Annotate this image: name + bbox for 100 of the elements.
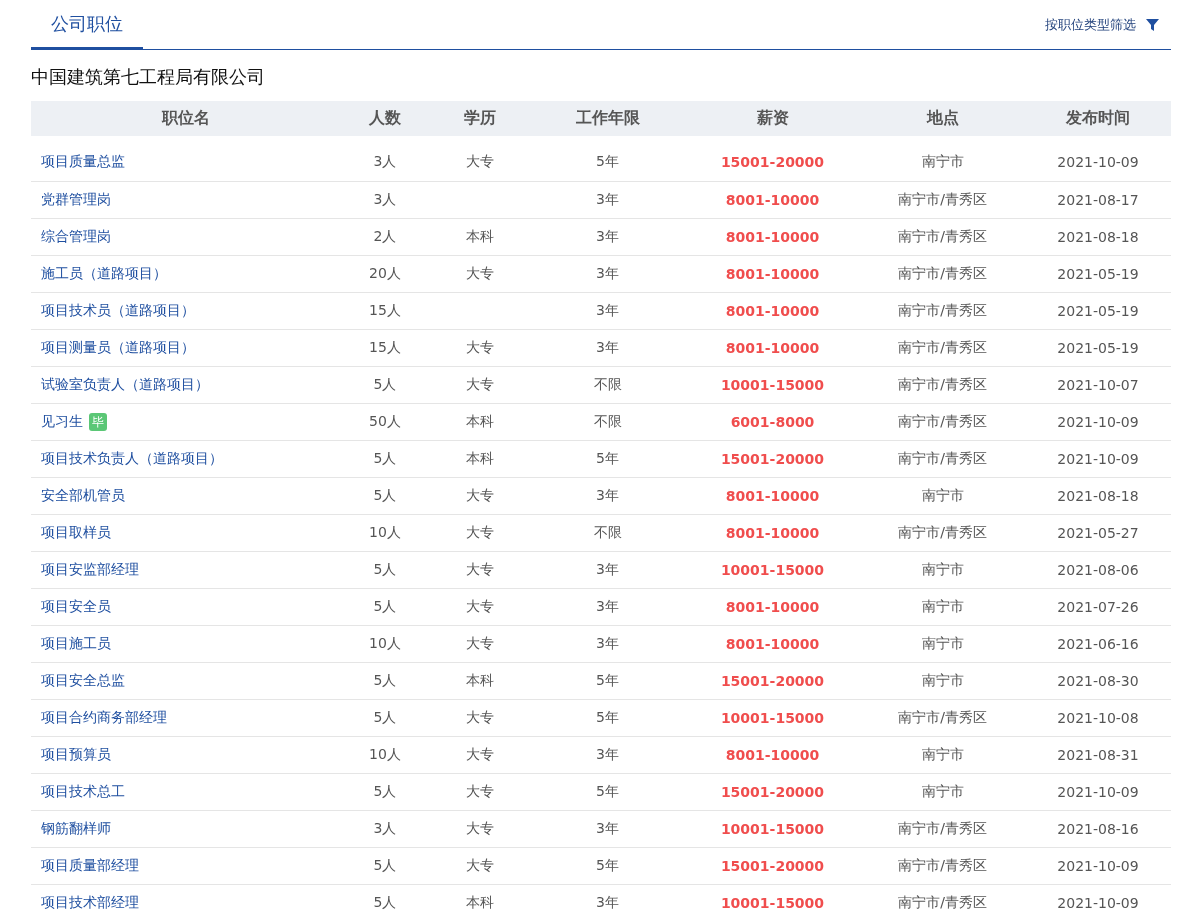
location-cell: 南宁市 xyxy=(921,634,964,651)
salary-cell: 8001-10000 xyxy=(725,302,820,319)
education-cell: 大专 xyxy=(466,856,494,873)
salary-cell: 10001-15000 xyxy=(720,376,825,393)
job-title-link[interactable]: 钢筋翻样师 xyxy=(41,819,111,836)
salary-cell: 10001-15000 xyxy=(720,820,825,837)
job-title-link[interactable]: 项目技术负责人（道路项目） xyxy=(41,449,223,466)
date-cell: 2021-05-19 xyxy=(1057,339,1139,356)
location-cell: 南宁市/青秀区 xyxy=(898,893,987,910)
headcount-cell: 50人 xyxy=(369,412,401,429)
column-header: 工作年限 xyxy=(575,108,640,127)
headcount-cell: 5人 xyxy=(373,375,397,392)
column-header: 职位名 xyxy=(161,108,210,127)
job-title-link[interactable]: 综合管理岗 xyxy=(41,227,111,244)
experience-cell: 5年 xyxy=(596,708,619,725)
education-cell: 大专 xyxy=(466,634,494,651)
headcount-cell: 5人 xyxy=(373,782,397,799)
headcount-cell: 10人 xyxy=(369,745,401,762)
job-title-link[interactable]: 项目测量员（道路项目） xyxy=(41,338,195,355)
date-cell: 2021-05-27 xyxy=(1057,524,1139,541)
experience-cell: 5年 xyxy=(596,856,619,873)
job-title-link[interactable]: 项目安监部经理 xyxy=(41,560,139,577)
job-title-link[interactable]: 项目安全总监 xyxy=(41,671,125,688)
salary-cell: 15001-20000 xyxy=(720,672,825,689)
experience-cell: 5年 xyxy=(596,153,619,170)
location-cell: 南宁市 xyxy=(921,153,964,170)
job-title-link[interactable]: 项目预算员 xyxy=(41,745,111,762)
location-cell: 南宁市 xyxy=(921,486,964,503)
experience-cell: 不限 xyxy=(593,375,622,392)
filter-button[interactable]: 按职位类型筛选 xyxy=(1045,15,1171,34)
location-cell: 南宁市 xyxy=(921,745,964,762)
salary-cell: 8001-10000 xyxy=(725,339,820,356)
job-title-link[interactable]: 项目技术部经理 xyxy=(41,893,139,910)
experience-cell: 5年 xyxy=(596,449,619,466)
date-cell: 2021-10-09 xyxy=(1057,894,1139,911)
headcount-cell: 3人 xyxy=(373,819,397,836)
job-title-link[interactable]: 项目技术总工 xyxy=(41,782,125,799)
education-cell: 本科 xyxy=(466,227,494,244)
education-cell: 大专 xyxy=(466,819,494,836)
filter-icon xyxy=(1146,18,1159,31)
education-cell: 大专 xyxy=(466,153,494,170)
education-cell: 大专 xyxy=(466,486,494,503)
education-cell: 大专 xyxy=(466,708,494,725)
salary-cell: 10001-15000 xyxy=(720,561,825,578)
date-cell: 2021-10-08 xyxy=(1057,709,1139,726)
location-cell: 南宁市/青秀区 xyxy=(898,338,987,355)
job-title-link[interactable]: 试验室负责人（道路项目） xyxy=(41,375,209,392)
salary-cell: 15001-20000 xyxy=(720,783,825,800)
headcount-cell: 2人 xyxy=(373,227,397,244)
salary-cell: 8001-10000 xyxy=(725,635,820,652)
location-cell: 南宁市/青秀区 xyxy=(898,301,987,318)
headcount-cell: 15人 xyxy=(369,338,401,355)
headcount-cell: 3人 xyxy=(373,190,397,207)
salary-cell: 8001-10000 xyxy=(725,487,820,504)
salary-cell: 10001-15000 xyxy=(720,894,825,911)
experience-cell: 3年 xyxy=(596,227,619,244)
job-title-link[interactable]: 项目质量总监 xyxy=(41,153,125,170)
job-title-link[interactable]: 见习生 xyxy=(41,412,83,429)
tab[interactable]: 公司职位 xyxy=(31,0,143,50)
experience-cell: 3年 xyxy=(596,634,619,651)
education-cell: 大专 xyxy=(466,560,494,577)
location-cell: 南宁市 xyxy=(921,782,964,799)
location-cell: 南宁市 xyxy=(921,560,964,577)
education-cell: 大专 xyxy=(466,745,494,762)
headcount-cell: 5人 xyxy=(373,893,397,910)
location-cell: 南宁市/青秀区 xyxy=(898,708,987,725)
location-cell: 南宁市 xyxy=(921,671,964,688)
location-cell: 南宁市/青秀区 xyxy=(898,856,987,873)
headcount-cell: 5人 xyxy=(373,449,397,466)
date-cell: 2021-08-17 xyxy=(1057,191,1139,208)
headcount-cell: 5人 xyxy=(373,671,397,688)
job-title-link[interactable]: 项目取样员 xyxy=(41,523,111,540)
job-title-link[interactable]: 安全部机管员 xyxy=(41,486,125,503)
location-cell: 南宁市/青秀区 xyxy=(898,375,987,392)
location-cell: 南宁市/青秀区 xyxy=(898,449,987,466)
job-title-link[interactable]: 项目技术员（道路项目） xyxy=(41,301,195,318)
experience-cell: 3年 xyxy=(596,301,619,318)
education-cell: 本科 xyxy=(466,412,494,429)
location-cell: 南宁市/青秀区 xyxy=(898,523,987,540)
salary-cell: 8001-10000 xyxy=(725,746,820,763)
salary-cell: 8001-10000 xyxy=(725,524,820,541)
experience-cell: 3年 xyxy=(596,819,619,836)
job-title-link[interactable]: 项目质量部经理 xyxy=(41,856,139,873)
job-title-link[interactable]: 党群管理岗 xyxy=(41,190,111,207)
job-title-link[interactable]: 项目合约商务部经理 xyxy=(41,708,167,725)
headcount-cell: 5人 xyxy=(373,486,397,503)
education-cell: 大专 xyxy=(466,597,494,614)
education-cell: 本科 xyxy=(466,893,494,910)
experience-cell: 3年 xyxy=(596,597,619,614)
job-title-link[interactable]: 项目施工员 xyxy=(41,634,111,651)
salary-cell: 15001-20000 xyxy=(720,154,825,171)
date-cell: 2021-06-16 xyxy=(1057,635,1139,652)
date-cell: 2021-10-09 xyxy=(1057,783,1139,800)
job-title-link[interactable]: 施工员（道路项目） xyxy=(41,264,167,281)
salary-cell: 6001-8000 xyxy=(730,413,815,430)
job-title-link[interactable]: 项目安全员 xyxy=(41,597,111,614)
experience-cell: 3年 xyxy=(596,486,619,503)
headcount-cell: 5人 xyxy=(373,708,397,725)
salary-cell: 8001-10000 xyxy=(725,598,820,615)
headcount-cell: 10人 xyxy=(369,523,401,540)
